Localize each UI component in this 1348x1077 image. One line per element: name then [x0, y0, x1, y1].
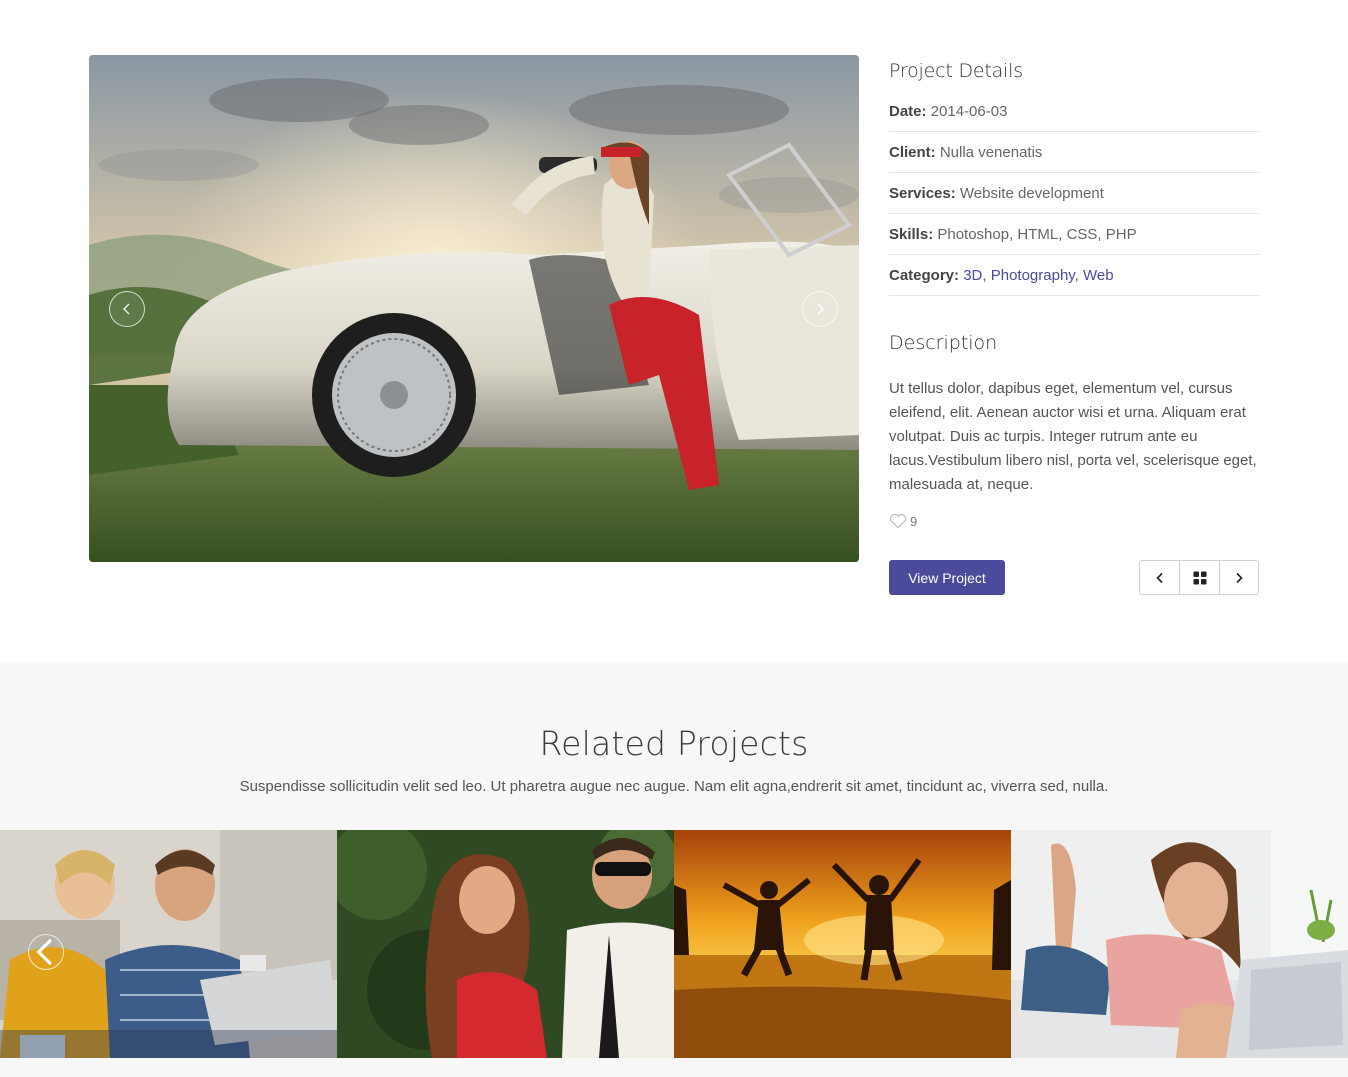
like-button[interactable]: 9 — [889, 513, 917, 529]
detail-value: Photoshop, HTML, CSS, PHP — [937, 226, 1137, 243]
detail-row-services: Services: Website development — [889, 173, 1259, 214]
project-main-image — [89, 55, 859, 562]
all-projects-button[interactable] — [1179, 561, 1219, 594]
category-link-3d[interactable]: 3D — [963, 267, 982, 284]
related-subtitle: Suspendisse sollicitudin velit sed leo. … — [239, 778, 1109, 795]
project-section: Project Details Date: 2014-06-03 Client:… — [0, 0, 1348, 662]
description-text: Ut tellus dolor, dapibus eget, elementum… — [889, 380, 1257, 493]
slider-prev-button[interactable] — [109, 291, 145, 327]
related-thumb-couple-laptop[interactable] — [0, 830, 337, 1058]
related-thumb-fashion-couple[interactable] — [337, 830, 674, 1058]
related-projects-section: Related Projects Suspendisse sollicitudi… — [0, 662, 1348, 1077]
related-thumb-woman-laptop[interactable] — [1011, 830, 1348, 1058]
category-link-photography[interactable]: Photography — [991, 267, 1075, 284]
related-carousel — [0, 830, 1348, 1058]
project-image-slider[interactable] — [89, 55, 859, 562]
detail-row-skills: Skills: Photoshop, HTML, CSS, PHP — [889, 214, 1259, 255]
category-separator: , — [982, 267, 991, 284]
thumb-image — [337, 830, 674, 1058]
project-pager — [1139, 560, 1259, 595]
detail-row-date: Date: 2014-06-03 — [889, 91, 1259, 132]
prev-project-button[interactable] — [1140, 561, 1180, 594]
chevron-left-icon — [123, 303, 130, 315]
detail-label: Skills: — [889, 226, 934, 243]
detail-label: Date: — [889, 103, 927, 120]
detail-value: Website development — [959, 185, 1104, 202]
project-details: Project Details Date: 2014-06-03 Client:… — [889, 55, 1259, 296]
grid-icon — [1193, 571, 1206, 584]
next-project-button[interactable] — [1218, 561, 1258, 594]
chevron-left-icon — [1156, 572, 1163, 583]
detail-label: Client: — [889, 144, 936, 161]
like-count: 9 — [910, 513, 918, 529]
category-separator: , — [1074, 267, 1084, 284]
detail-row-client: Client: Nulla venenatis — [889, 132, 1259, 173]
detail-row-category: Category: 3D, Photography, Web — [889, 255, 1259, 296]
detail-value: 2014-06-03 — [930, 103, 1008, 120]
chevron-right-icon — [817, 303, 824, 315]
chevron-right-icon — [1236, 572, 1243, 583]
detail-label: Services: — [889, 185, 956, 202]
details-title: Project Details — [889, 60, 1023, 82]
related-thumb-beach-jump[interactable] — [674, 830, 1011, 1058]
slider-next-button[interactable] — [802, 291, 838, 327]
thumb-image — [674, 830, 1011, 1058]
detail-value: Nulla venenatis — [939, 144, 1043, 161]
view-project-button[interactable]: View Project — [889, 560, 1005, 595]
related-title: Related Projects — [539, 724, 809, 763]
chevron-left-icon — [36, 938, 52, 966]
related-prev-button[interactable] — [28, 934, 64, 970]
heart-icon — [889, 513, 907, 529]
thumb-image — [1011, 830, 1348, 1058]
detail-label: Category: — [889, 267, 960, 284]
description-title: Description — [889, 332, 998, 354]
category-link-web[interactable]: Web — [1083, 267, 1114, 284]
